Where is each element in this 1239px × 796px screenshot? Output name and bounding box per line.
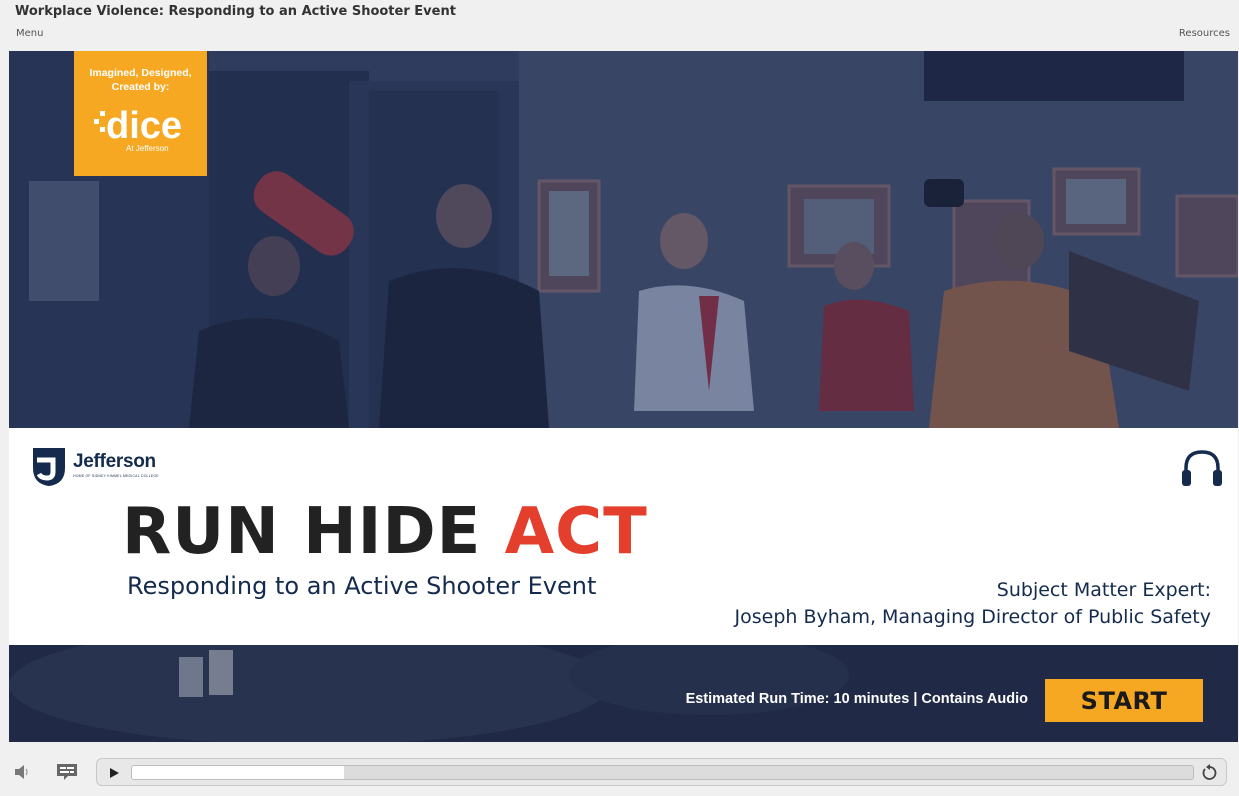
jefferson-subtitle: HOME OF SIDNEY KIMMEL MEDICAL COLLEGE bbox=[73, 474, 159, 478]
replay-icon[interactable] bbox=[1201, 764, 1219, 782]
seek-progress bbox=[132, 766, 345, 779]
seek-track[interactable] bbox=[131, 765, 1194, 780]
jefferson-name: Jefferson bbox=[73, 451, 156, 472]
badge-line-2: Created by: bbox=[111, 81, 170, 93]
dice-logo: dice At Jefferson bbox=[94, 105, 182, 153]
sme-label: Subject Matter Expert: bbox=[996, 579, 1211, 601]
captions-icon[interactable] bbox=[56, 763, 78, 781]
title-band: Jefferson HOME OF SIDNEY KIMMEL MEDICAL … bbox=[9, 428, 1238, 645]
volume-icon[interactable] bbox=[13, 763, 31, 781]
play-icon[interactable] bbox=[107, 766, 121, 780]
headline-act: ACT bbox=[504, 495, 648, 569]
player-controls bbox=[0, 752, 1239, 796]
course-headline: RUN HIDE ACT bbox=[122, 494, 648, 570]
course-subtitle: Responding to an Active Shooter Event bbox=[127, 572, 597, 600]
title-bar: Workplace Violence: Responding to an Act… bbox=[0, 0, 1239, 26]
badge-line-1: Imagined, Designed, bbox=[89, 67, 192, 79]
dice-badge: Imagined, Designed, Created by: dice At … bbox=[74, 51, 207, 176]
course-title: Workplace Violence: Responding to an Act… bbox=[15, 4, 456, 19]
seekbar-container bbox=[96, 758, 1227, 786]
jefferson-shield-icon bbox=[33, 448, 65, 486]
headline-run-hide: RUN HIDE bbox=[122, 495, 505, 569]
hero-photo: Imagined, Designed, Created by: dice At … bbox=[9, 51, 1238, 428]
runtime-info: Estimated Run Time: 10 minutes | Contain… bbox=[685, 691, 1028, 707]
sme-name: Joseph Byham, Managing Director of Publi… bbox=[734, 606, 1211, 628]
dice-logo-sub: At Jefferson bbox=[126, 144, 169, 153]
menu-link[interactable]: Menu bbox=[16, 28, 43, 39]
title-slide: Imagined, Designed, Created by: dice At … bbox=[9, 51, 1238, 742]
jefferson-logo: Jefferson HOME OF SIDNEY KIMMEL MEDICAL … bbox=[33, 448, 163, 488]
dice-logo-text: dice bbox=[106, 105, 182, 147]
headphones-icon bbox=[1182, 450, 1222, 486]
resources-link[interactable]: Resources bbox=[1179, 28, 1230, 39]
start-button[interactable]: START bbox=[1045, 679, 1203, 722]
